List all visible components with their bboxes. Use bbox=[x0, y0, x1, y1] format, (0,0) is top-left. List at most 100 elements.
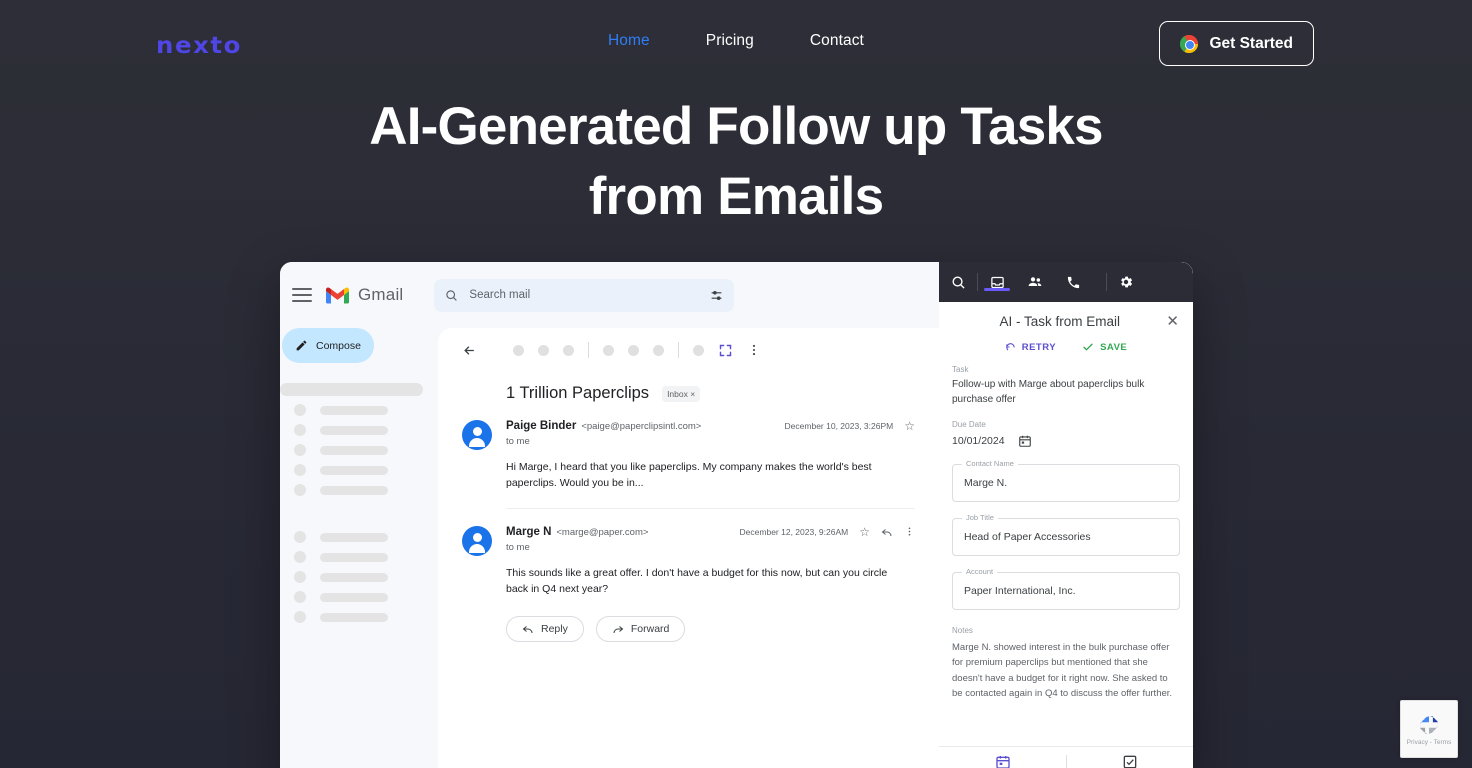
menu-icon[interactable] bbox=[292, 288, 312, 302]
inbox-label-badge[interactable]: Inbox × bbox=[662, 386, 700, 402]
sender-name: Paige Binder bbox=[506, 420, 576, 432]
get-started-button[interactable]: Get Started bbox=[1159, 21, 1314, 66]
task-icon[interactable] bbox=[1122, 754, 1138, 768]
tune-icon[interactable] bbox=[710, 289, 723, 302]
skeleton-icon bbox=[294, 571, 306, 583]
email-message: Paige Binder <paige@paperclipsintl.com> … bbox=[462, 420, 915, 509]
toolbar-icon-placeholder[interactable] bbox=[693, 345, 704, 356]
panel-action-row: RETRY SAVE bbox=[939, 341, 1193, 353]
toolbar-icon-placeholder[interactable] bbox=[603, 345, 614, 356]
divider bbox=[588, 342, 589, 358]
due-date-label: Due Date bbox=[952, 420, 1180, 429]
list-item bbox=[280, 571, 438, 583]
task-value[interactable]: Follow-up with Marge about paperclips bu… bbox=[952, 378, 1180, 407]
sender-address: <paige@paperclipsintl.com> bbox=[581, 421, 701, 432]
reply-label: Reply bbox=[541, 623, 568, 635]
nav-link-pricing[interactable]: Pricing bbox=[700, 30, 760, 52]
job-title-field[interactable]: Job Title Head of Paper Accessories bbox=[952, 518, 1180, 556]
search-input[interactable]: Search mail bbox=[434, 279, 734, 312]
back-arrow-icon[interactable] bbox=[462, 343, 477, 358]
people-icon[interactable] bbox=[1016, 274, 1054, 290]
expand-icon[interactable] bbox=[718, 343, 733, 358]
toolbar-icon-placeholder[interactable] bbox=[513, 345, 524, 356]
search-icon[interactable] bbox=[939, 275, 977, 290]
save-button[interactable]: SAVE bbox=[1082, 341, 1127, 353]
list-item bbox=[280, 404, 438, 416]
sidebar-skeleton-header bbox=[280, 383, 423, 396]
top-navigation: nexto Home Pricing Contact Get Started bbox=[0, 0, 1472, 88]
toolbar-icon-placeholder[interactable] bbox=[628, 345, 639, 356]
close-icon[interactable]: ✕ bbox=[1166, 314, 1179, 329]
notes-value[interactable]: Marge N. showed interest in the bulk pur… bbox=[952, 640, 1180, 702]
list-item bbox=[280, 424, 438, 436]
recipient-label[interactable]: to me bbox=[506, 436, 915, 447]
compose-button[interactable]: Compose bbox=[282, 328, 374, 363]
sender-address: <marge@paper.com> bbox=[556, 527, 648, 538]
phone-icon[interactable] bbox=[1054, 275, 1092, 290]
account-value: Paper International, Inc. bbox=[964, 585, 1076, 597]
forward-button[interactable]: Forward bbox=[596, 616, 686, 642]
refresh-icon bbox=[1005, 342, 1016, 353]
list-item bbox=[280, 611, 438, 623]
list-item bbox=[280, 444, 438, 456]
list-item bbox=[280, 591, 438, 603]
toolbar-icon-placeholder[interactable] bbox=[563, 345, 574, 356]
product-screenshot-mockup: Gmail Search mail Compose bbox=[280, 262, 1193, 768]
task-label: Task bbox=[952, 365, 1180, 374]
gmail-window: Gmail Search mail Compose bbox=[280, 262, 939, 768]
message-date: December 10, 2023, 3:26PM bbox=[785, 421, 894, 431]
due-date-value[interactable]: 10/01/2024 bbox=[952, 435, 1005, 447]
gmail-title: Gmail bbox=[358, 285, 403, 305]
retry-button[interactable]: RETRY bbox=[1005, 341, 1056, 353]
email-toolbar bbox=[462, 328, 915, 368]
recaptcha-badge[interactable]: Privacy - Terms bbox=[1400, 700, 1458, 758]
sidebar-skeleton-group-2 bbox=[280, 531, 438, 623]
contact-name-value: Marge N. bbox=[964, 477, 1007, 489]
email-subject-row: 1 Trillion Paperclips Inbox × bbox=[462, 384, 915, 403]
skeleton-icon bbox=[294, 591, 306, 603]
skeleton-icon bbox=[294, 484, 306, 496]
toolbar-icon-placeholder[interactable] bbox=[538, 345, 549, 356]
reply-icon bbox=[522, 623, 534, 635]
toolbar-icon-placeholder[interactable] bbox=[653, 345, 664, 356]
forward-icon bbox=[612, 623, 624, 635]
message-body: Hi Marge, I heard that you like papercli… bbox=[506, 459, 906, 492]
account-label: Account bbox=[962, 567, 997, 576]
skeleton-icon bbox=[294, 551, 306, 563]
contact-name-label: Contact Name bbox=[962, 459, 1018, 468]
chrome-icon bbox=[1180, 35, 1198, 53]
reply-icon[interactable] bbox=[881, 526, 893, 538]
search-icon bbox=[445, 289, 458, 302]
ai-task-panel: AI - Task from Email ✕ RETRY SAVE Task F… bbox=[939, 262, 1193, 768]
headline-line-1: AI-Generated Follow up Tasks bbox=[0, 100, 1472, 153]
gear-icon[interactable] bbox=[1107, 274, 1145, 290]
skeleton-icon bbox=[294, 404, 306, 416]
inbox-icon[interactable] bbox=[978, 275, 1016, 290]
star-icon[interactable]: ☆ bbox=[904, 420, 915, 432]
more-options-icon[interactable] bbox=[747, 343, 761, 357]
list-item bbox=[280, 531, 438, 543]
avatar bbox=[462, 526, 492, 556]
panel-form: Task Follow-up with Marge about papercli… bbox=[939, 353, 1193, 746]
check-icon bbox=[1082, 341, 1094, 353]
gmail-reading-pane: 1 Trillion Paperclips Inbox × Paige Bind… bbox=[438, 328, 939, 768]
more-options-icon[interactable] bbox=[904, 526, 915, 537]
calendar-icon[interactable] bbox=[995, 754, 1011, 768]
nav-link-contact[interactable]: Contact bbox=[804, 30, 870, 52]
reply-button[interactable]: Reply bbox=[506, 616, 584, 642]
notes-label: Notes bbox=[952, 626, 1180, 635]
save-label: SAVE bbox=[1100, 342, 1127, 353]
skeleton-icon bbox=[294, 611, 306, 623]
nav-link-home[interactable]: Home bbox=[602, 30, 656, 52]
star-icon[interactable]: ☆ bbox=[859, 526, 870, 538]
recaptcha-icon bbox=[1416, 712, 1442, 738]
contact-name-field[interactable]: Contact Name Marge N. bbox=[952, 464, 1180, 502]
due-date-row: 10/01/2024 bbox=[952, 434, 1180, 448]
calendar-icon[interactable] bbox=[1018, 434, 1032, 448]
account-field[interactable]: Account Paper International, Inc. bbox=[952, 572, 1180, 610]
skeleton-icon bbox=[294, 424, 306, 436]
pencil-icon bbox=[295, 339, 308, 352]
job-title-label: Job Title bbox=[962, 513, 998, 522]
recipient-label[interactable]: to me bbox=[506, 542, 915, 553]
sender-name: Marge N bbox=[506, 526, 551, 538]
